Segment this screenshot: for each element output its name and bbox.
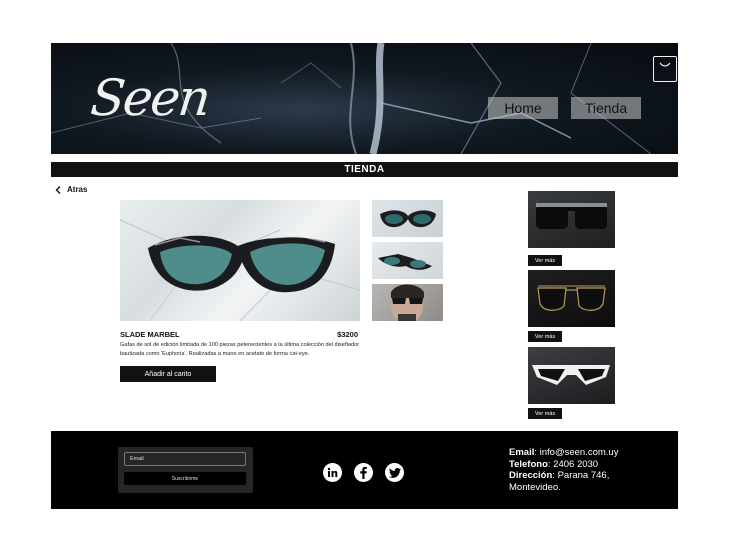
contact-info: Email: info@seen.com.uy Telefono: 2406 2… (509, 447, 629, 493)
subscribe-button[interactable]: Suscribirme (124, 472, 246, 485)
shopping-bag-icon[interactable] (653, 56, 677, 82)
section-title-bar: TIENDA (51, 162, 678, 177)
product-price: $3200 (337, 330, 358, 339)
contact-phone-value: 2406 2030 (553, 458, 599, 470)
contact-email: Email: info@seen.com.uy (509, 447, 619, 458)
related-product-image[interactable] (528, 347, 615, 404)
related-product-image[interactable] (528, 270, 615, 327)
view-more-button[interactable]: Ver más (528, 408, 562, 419)
contact-email-value[interactable]: info@seen.com.uy (540, 447, 619, 458)
nav-tienda-button[interactable]: Tienda (571, 97, 641, 119)
header-banner: Seen Home Tienda (51, 43, 678, 154)
contact-phone: Telefono: 2406 2030 (509, 458, 599, 470)
view-more-button[interactable]: Ver más (528, 331, 562, 342)
back-label: Atras (67, 185, 88, 194)
product-main-image (120, 200, 360, 321)
product-thumbnail[interactable] (372, 242, 443, 279)
product-thumbnail[interactable] (372, 200, 443, 237)
back-link[interactable]: Atras (55, 185, 87, 194)
nav-home-button[interactable]: Home (488, 97, 558, 119)
related-product-image[interactable] (528, 191, 615, 248)
add-to-cart-button[interactable]: Añadir al carito (120, 366, 216, 382)
view-more-button[interactable]: Ver más (528, 255, 562, 266)
newsletter-email-input[interactable] (124, 452, 246, 466)
product-name: SLADE MARBEL (120, 330, 180, 339)
product-thumbnail[interactable] (372, 284, 443, 321)
product-description: Gafas de sol de edición limitada de 100 … (120, 342, 360, 357)
facebook-icon[interactable] (354, 463, 373, 482)
brand-logo[interactable]: Seen (88, 69, 212, 127)
chevron-left-icon (55, 185, 61, 194)
linkedin-icon[interactable] (323, 463, 342, 482)
twitter-icon[interactable] (385, 463, 404, 482)
contact-address: Dirección: Parana 746, Montevideo. (509, 470, 610, 493)
